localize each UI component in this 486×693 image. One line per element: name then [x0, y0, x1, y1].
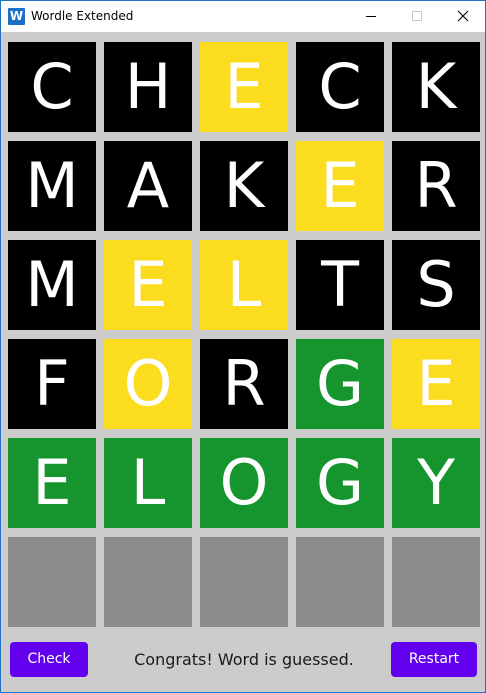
title-bar[interactable]: W Wordle Extended [1, 1, 485, 32]
letter-tile: E [200, 42, 288, 132]
check-button[interactable]: Check [10, 642, 88, 677]
letter-tile: T [296, 240, 384, 330]
close-button[interactable] [440, 1, 485, 32]
window-title: Wordle Extended [31, 9, 134, 23]
letter-tile: R [392, 141, 480, 231]
letter-tile: E [8, 438, 96, 528]
letter-tile: O [104, 339, 192, 429]
letter-tile: O [200, 438, 288, 528]
empty-tile [8, 537, 96, 627]
letter-tile: M [8, 141, 96, 231]
empty-tile [392, 537, 480, 627]
status-message: Congrats! Word is guessed. [134, 650, 354, 669]
empty-tile [296, 537, 384, 627]
letter-tile: Y [392, 438, 480, 528]
close-icon [457, 10, 469, 22]
letter-tile: H [104, 42, 192, 132]
letter-tile: E [104, 240, 192, 330]
letter-tile: L [200, 240, 288, 330]
letter-tile: C [8, 42, 96, 132]
minimize-button[interactable] [348, 1, 394, 32]
letter-tile: C [296, 42, 384, 132]
letter-tile: K [200, 141, 288, 231]
maximize-icon [412, 11, 422, 21]
letter-tile: A [104, 141, 192, 231]
minimize-icon [366, 16, 376, 17]
empty-tile [104, 537, 192, 627]
letter-tile: L [104, 438, 192, 528]
restart-button[interactable]: Restart [391, 642, 477, 677]
empty-tile [200, 537, 288, 627]
letter-tile: S [392, 240, 480, 330]
app-window: W Wordle Extended CHECKMAKERMELTSFORGEEL… [0, 0, 486, 693]
app-icon: W [8, 8, 25, 25]
letter-tile: R [200, 339, 288, 429]
letter-tile: K [392, 42, 480, 132]
letter-tile: G [296, 339, 384, 429]
letter-tile: F [8, 339, 96, 429]
letter-tile: M [8, 240, 96, 330]
letter-tile: E [296, 141, 384, 231]
letter-tile: G [296, 438, 384, 528]
maximize-button[interactable] [394, 1, 440, 32]
letter-tile: E [392, 339, 480, 429]
